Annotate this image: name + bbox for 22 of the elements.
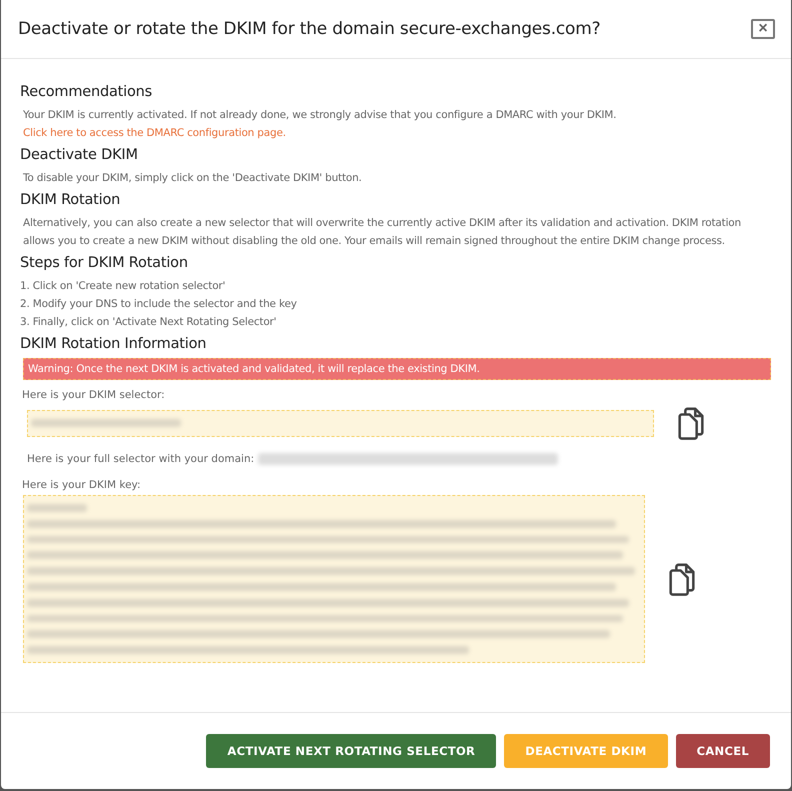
dmarc-link[interactable]: Click here to access the DMARC configuration page.	[23, 127, 286, 139]
warning-banner: Warning: Once the next DKIM is activated and validated, it will replace the existing DKIM.	[23, 358, 771, 380]
close-button[interactable]: ×	[751, 19, 775, 39]
step-item: 1. Click on 'Create new rotation selector'	[20, 279, 226, 294]
section-text: Your DKIM is currently activated. If not already done, we strongly advise that you configure a DMARC with your DKIM. Click here to access the DMARC configuration page.	[23, 108, 618, 141]
section-heading: DKIM Rotation Information	[20, 336, 208, 352]
section-heading: Steps for DKIM Rotation	[20, 255, 189, 271]
section-heading: Deactivate DKIM	[20, 147, 139, 163]
field-label: Here is your DKIM selector:	[22, 389, 166, 401]
field-label: Here is your DKIM key:	[22, 479, 142, 491]
section-text: Alternatively, you can also create a new selector that will overwrite the currently active DKIM after its validation and activation. DKIM rotation allows you to create a new DKIM without disabling the old one. Your emails will remain signed throughout the entire DKIM change process.	[23, 216, 742, 249]
dialog-title: Deactivate or rotate the DKIM for the domain secure-exchanges.com?	[18, 19, 600, 39]
step-item: 2. Modify your DNS to include the selector and the key	[20, 297, 298, 312]
action-button[interactable]: ACTIVATE NEXT ROTATING SELECTOR	[206, 734, 496, 768]
section-heading: Recommendations	[20, 84, 153, 100]
selector-field[interactable]	[27, 410, 654, 436]
key-field[interactable]	[23, 495, 645, 663]
action-button[interactable]: CANCEL	[676, 734, 770, 768]
step-item: 3. Finally, click on 'Activate Next Rotating Selector'	[20, 315, 278, 330]
section-text: To disable your DKIM, simply click on the 'Deactivate DKIM' button.	[23, 171, 363, 186]
field-label: Here is your full selector with your domain:	[27, 453, 254, 465]
section-heading: DKIM Rotation	[20, 192, 122, 208]
